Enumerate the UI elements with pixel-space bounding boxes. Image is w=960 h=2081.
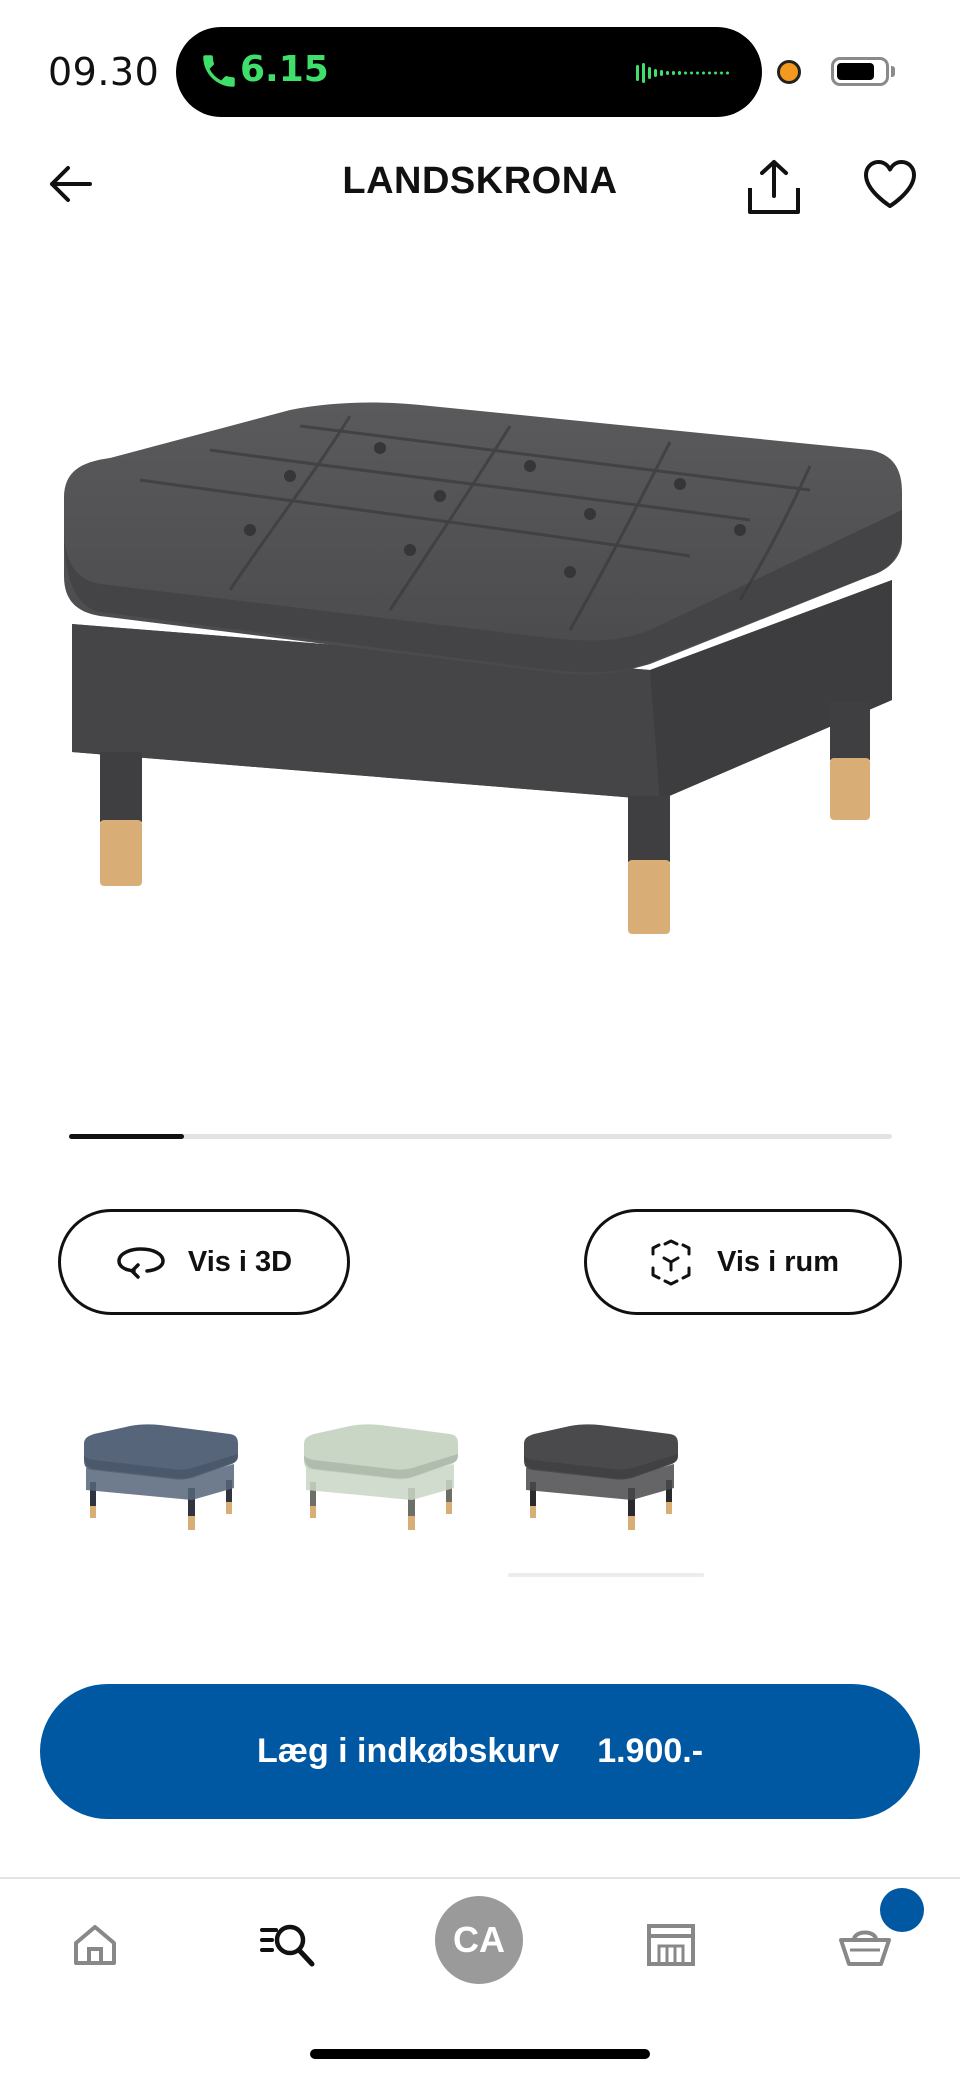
carousel-progress-fill: [69, 1134, 185, 1139]
view-in-room-label: Vis i rum: [717, 1245, 839, 1278]
store-icon: [647, 1924, 695, 1966]
search-icon: [260, 1924, 315, 1967]
status-time: 09.30: [48, 50, 160, 94]
home-indicator[interactable]: [310, 2049, 650, 2059]
variant-footstool-icon: [84, 1424, 238, 1530]
variant-selected-indicator: [508, 1573, 704, 1577]
view-3d-label: Vis i 3D: [187, 1245, 293, 1278]
variant-swatch[interactable]: [80, 1420, 250, 1550]
nav-home[interactable]: [60, 1910, 130, 1980]
heart-icon: [864, 160, 916, 208]
basket-icon: [839, 1930, 891, 1966]
phone-icon: [203, 55, 235, 87]
nav-stores[interactable]: [636, 1910, 706, 1980]
product-image[interactable]: [50, 380, 910, 980]
variant-footstool-icon: [524, 1424, 678, 1530]
favorite-button[interactable]: [862, 158, 918, 210]
ar-cube-icon: [651, 1239, 691, 1286]
view-in-room-button[interactable]: Vis i rum: [584, 1209, 902, 1315]
avatar[interactable]: CA: [435, 1896, 523, 1984]
page-title: LANDSKRONA: [342, 160, 618, 202]
dynamic-island[interactable]: 6.15: [176, 27, 762, 117]
variant-swatch[interactable]: [300, 1420, 470, 1550]
add-to-cart-button[interactable]: Læg i indkøbskurv 1.900.-: [40, 1684, 920, 1819]
price: 1.900.-: [597, 1732, 704, 1770]
call-timer: 6.15: [240, 49, 329, 90]
variant-footstool-icon: [304, 1424, 458, 1530]
nav-divider: [0, 1877, 960, 1879]
home-icon: [74, 1925, 116, 1965]
waveform-icon: [636, 63, 729, 83]
cart-badge: [880, 1888, 924, 1932]
view-3d-button[interactable]: Vis i 3D: [58, 1209, 350, 1315]
battery-tip: [891, 66, 895, 77]
nav-search[interactable]: [252, 1910, 322, 1980]
share-icon: [748, 160, 800, 214]
footstool-illustration: [64, 402, 902, 934]
rotate-3d-icon: [117, 1247, 165, 1279]
carousel-progress[interactable]: [69, 1134, 892, 1139]
recording-dot-icon: [777, 60, 801, 84]
variant-swatch[interactable]: [520, 1420, 690, 1550]
share-button[interactable]: [744, 158, 804, 216]
battery-icon: [831, 57, 889, 86]
add-to-cart-label: Læg i indkøbskurv: [256, 1732, 560, 1770]
